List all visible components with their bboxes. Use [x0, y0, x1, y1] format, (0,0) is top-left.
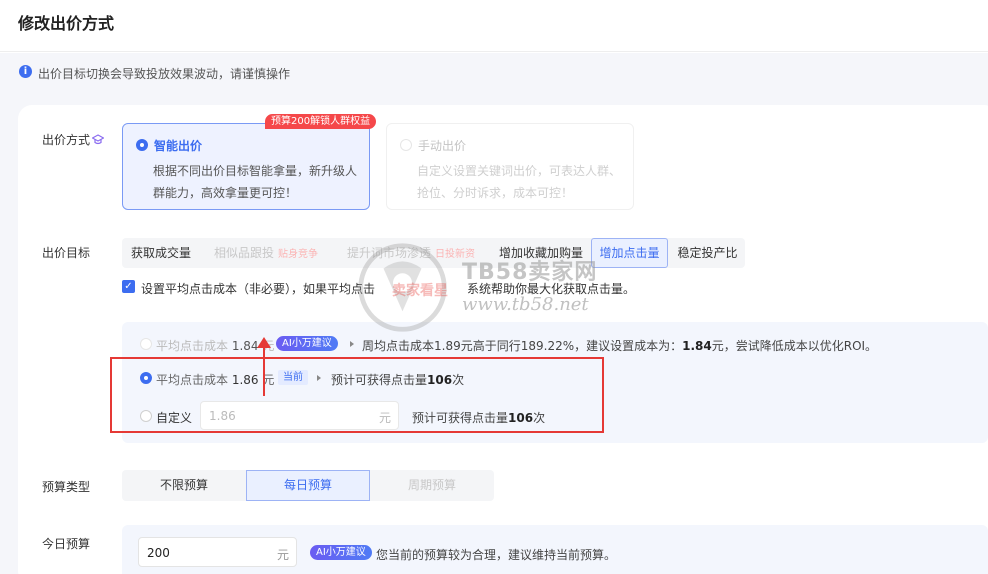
opt1-hint-post: 元，尝试降低成本以优化ROI。 — [711, 339, 878, 353]
ai-suggest-badge: AI小万建议 — [276, 336, 338, 351]
watermark-overlay: 卖家看星 — [392, 283, 448, 299]
today-budget-value: 200 — [147, 546, 170, 560]
checkbox-label-start: 设置平均点击成本（非必要），如果平均点击 — [141, 282, 376, 296]
manual-bid-desc-line2: 抢位、分时诉求，成本可控！ — [417, 186, 574, 200]
tab-daily-budget[interactable]: 每日预算 — [246, 470, 370, 501]
smart-bid-title: 智能出价 — [154, 139, 203, 153]
bid-method-label: 出价方式 — [42, 131, 105, 148]
notice-text: 出价目标切换会导致投放效果波动，请谨慎操作 — [38, 67, 291, 81]
tab-period-budget[interactable]: 周期预算 — [370, 470, 494, 501]
highlight-box — [110, 357, 604, 433]
opt1-hint-pre: 周均点击成本1.89元高于同行189.22%，建议设置成本为： — [362, 339, 683, 353]
caret-right-icon — [350, 341, 354, 347]
today-budget-hint: 您当前的预算较为合理，建议维持当前预算。 — [376, 548, 617, 562]
tab-clicks[interactable]: 增加点击量 — [591, 238, 668, 268]
page-title: 修改出价方式 — [18, 14, 115, 33]
budget-type-tabs: 不限预算 每日预算 周期预算 — [122, 470, 494, 501]
promo-tag: 预算200解锁人群权益 — [265, 114, 377, 129]
info-icon: i — [19, 65, 32, 78]
today-budget-label: 今日预算 — [42, 537, 91, 551]
notice-bar: i 出价目标切换会导致投放效果波动，请谨慎操作 — [0, 53, 988, 91]
watermark-text: TB58卖家网 — [462, 260, 598, 285]
avg-cost-checkbox[interactable]: ✓ — [122, 280, 135, 293]
tab-similar-item[interactable]: 相似品跟投 贴身竞争 — [202, 238, 330, 268]
manual-bid-desc: 自定义设置关键词出价，可表达人群、 抢位、分时诉求，成本可控！ — [417, 160, 621, 204]
ai-suggest-badge-budget: AI小万建议 — [310, 545, 372, 560]
opt1-value: 1.84 — [231, 339, 259, 353]
manual-bid-title: 手动出价 — [418, 139, 467, 153]
smart-bid-desc-line2: 群能力，高效拿量更可控！ — [153, 186, 298, 200]
smart-bid-desc: 根据不同出价目标智能拿量，新升级人 群能力，高效拿量更可控！ — [153, 160, 357, 204]
tab-similar-item-label: 相似品跟投 — [213, 246, 274, 260]
smart-bid-radio[interactable] — [136, 139, 148, 151]
manual-bid-radio[interactable] — [400, 139, 412, 151]
cost-option-suggested-radio[interactable] — [140, 338, 152, 350]
tab-gmv[interactable]: 获取成交量 — [122, 238, 200, 268]
tab-similar-item-tag: 贴身竞争 — [278, 249, 318, 260]
manual-bid-card[interactable]: 手动出价 自定义设置关键词出价，可表达人群、 抢位、分时诉求，成本可控！ — [386, 123, 634, 210]
graduation-cap-icon — [92, 134, 105, 145]
bid-goal-label: 出价目标 — [42, 246, 91, 260]
bid-method-label-text: 出价方式 — [42, 133, 91, 147]
arrow-up-icon — [257, 337, 271, 348]
tab-stable-roi[interactable]: 稳定投产比 — [670, 238, 745, 268]
tab-unlimited-budget[interactable]: 不限预算 — [122, 470, 246, 501]
opt1-hint: 周均点击成本1.89元高于同行189.22%，建议设置成本为：1.84元，尝试降… — [362, 337, 877, 354]
manual-bid-desc-line1: 自定义设置关键词出价，可表达人群、 — [417, 164, 622, 178]
today-budget-unit: 元 — [276, 548, 289, 562]
opt1-hint-value: 1.84 — [682, 339, 712, 353]
header-bar: 修改出价方式 — [0, 0, 988, 52]
arrow-annotation — [263, 346, 265, 396]
smart-bid-card[interactable]: 智能出价 根据不同出价目标智能拿量，新升级人 群能力，高效拿量更可控！ — [122, 123, 370, 210]
today-budget-input[interactable]: 200 元 — [138, 537, 297, 567]
smart-bid-desc-line1: 根据不同出价目标智能拿量，新升级人 — [153, 164, 358, 178]
budget-type-label: 预算类型 — [42, 480, 91, 494]
watermark-url: www.tb58.net — [462, 294, 589, 315]
opt1-label: 平均点击成本 — [156, 339, 229, 353]
